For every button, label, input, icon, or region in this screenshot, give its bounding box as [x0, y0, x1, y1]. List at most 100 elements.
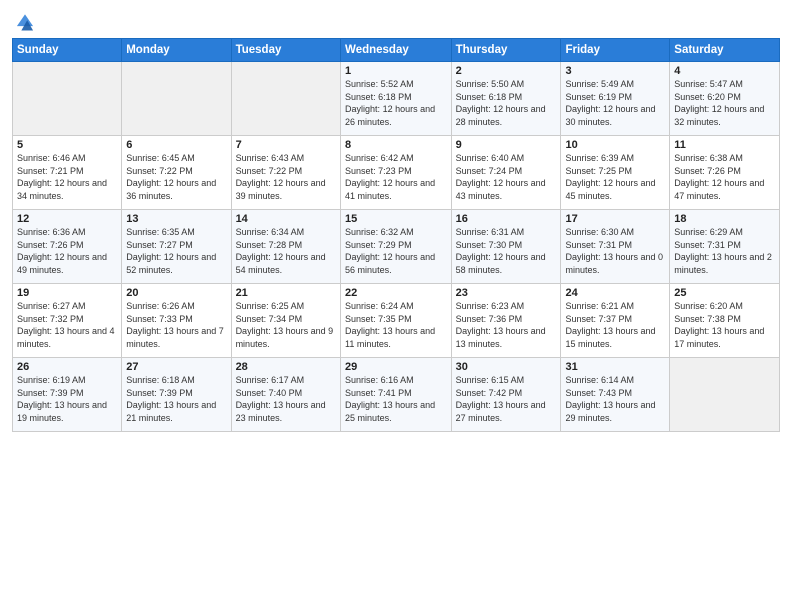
day-info: Sunrise: 6:43 AM Sunset: 7:22 PM Dayligh…	[236, 152, 336, 202]
calendar-cell: 19Sunrise: 6:27 AM Sunset: 7:32 PM Dayli…	[13, 284, 122, 358]
day-info: Sunrise: 5:50 AM Sunset: 6:18 PM Dayligh…	[456, 78, 557, 128]
day-info: Sunrise: 6:32 AM Sunset: 7:29 PM Dayligh…	[345, 226, 447, 276]
calendar-cell: 15Sunrise: 6:32 AM Sunset: 7:29 PM Dayli…	[341, 210, 452, 284]
calendar-cell: 11Sunrise: 6:38 AM Sunset: 7:26 PM Dayli…	[670, 136, 780, 210]
day-number: 12	[17, 213, 117, 225]
calendar-week-3: 19Sunrise: 6:27 AM Sunset: 7:32 PM Dayli…	[13, 284, 780, 358]
calendar-week-0: 1Sunrise: 5:52 AM Sunset: 6:18 PM Daylig…	[13, 62, 780, 136]
day-number: 18	[674, 213, 775, 225]
calendar-cell	[231, 62, 340, 136]
calendar-cell: 21Sunrise: 6:25 AM Sunset: 7:34 PM Dayli…	[231, 284, 340, 358]
calendar-cell: 14Sunrise: 6:34 AM Sunset: 7:28 PM Dayli…	[231, 210, 340, 284]
day-info: Sunrise: 6:17 AM Sunset: 7:40 PM Dayligh…	[236, 374, 336, 424]
day-number: 7	[236, 139, 336, 151]
calendar-cell: 28Sunrise: 6:17 AM Sunset: 7:40 PM Dayli…	[231, 358, 340, 432]
day-info: Sunrise: 6:45 AM Sunset: 7:22 PM Dayligh…	[126, 152, 226, 202]
calendar-header-thursday: Thursday	[451, 39, 561, 62]
day-number: 3	[565, 65, 665, 77]
logo-icon	[14, 10, 36, 32]
calendar-cell	[13, 62, 122, 136]
calendar-cell: 18Sunrise: 6:29 AM Sunset: 7:31 PM Dayli…	[670, 210, 780, 284]
day-info: Sunrise: 6:40 AM Sunset: 7:24 PM Dayligh…	[456, 152, 557, 202]
day-info: Sunrise: 6:27 AM Sunset: 7:32 PM Dayligh…	[17, 300, 117, 350]
calendar-header-tuesday: Tuesday	[231, 39, 340, 62]
day-info: Sunrise: 5:49 AM Sunset: 6:19 PM Dayligh…	[565, 78, 665, 128]
day-number: 11	[674, 139, 775, 151]
day-number: 25	[674, 287, 775, 299]
calendar-header-saturday: Saturday	[670, 39, 780, 62]
calendar-header-friday: Friday	[561, 39, 670, 62]
day-info: Sunrise: 6:36 AM Sunset: 7:26 PM Dayligh…	[17, 226, 117, 276]
calendar-week-1: 5Sunrise: 6:46 AM Sunset: 7:21 PM Daylig…	[13, 136, 780, 210]
day-info: Sunrise: 5:52 AM Sunset: 6:18 PM Dayligh…	[345, 78, 447, 128]
calendar-header-row: SundayMondayTuesdayWednesdayThursdayFrid…	[13, 39, 780, 62]
day-number: 23	[456, 287, 557, 299]
calendar-cell: 1Sunrise: 5:52 AM Sunset: 6:18 PM Daylig…	[341, 62, 452, 136]
day-number: 1	[345, 65, 447, 77]
day-number: 17	[565, 213, 665, 225]
page-header	[12, 10, 780, 32]
day-info: Sunrise: 6:42 AM Sunset: 7:23 PM Dayligh…	[345, 152, 447, 202]
day-number: 16	[456, 213, 557, 225]
logo	[12, 10, 36, 32]
calendar-cell: 17Sunrise: 6:30 AM Sunset: 7:31 PM Dayli…	[561, 210, 670, 284]
calendar-cell	[122, 62, 231, 136]
day-number: 19	[17, 287, 117, 299]
calendar-cell: 5Sunrise: 6:46 AM Sunset: 7:21 PM Daylig…	[13, 136, 122, 210]
calendar-cell: 7Sunrise: 6:43 AM Sunset: 7:22 PM Daylig…	[231, 136, 340, 210]
calendar-cell: 2Sunrise: 5:50 AM Sunset: 6:18 PM Daylig…	[451, 62, 561, 136]
day-info: Sunrise: 6:29 AM Sunset: 7:31 PM Dayligh…	[674, 226, 775, 276]
day-info: Sunrise: 6:20 AM Sunset: 7:38 PM Dayligh…	[674, 300, 775, 350]
calendar-cell: 25Sunrise: 6:20 AM Sunset: 7:38 PM Dayli…	[670, 284, 780, 358]
calendar-cell: 16Sunrise: 6:31 AM Sunset: 7:30 PM Dayli…	[451, 210, 561, 284]
day-number: 31	[565, 361, 665, 373]
day-number: 22	[345, 287, 447, 299]
day-number: 26	[17, 361, 117, 373]
day-info: Sunrise: 6:34 AM Sunset: 7:28 PM Dayligh…	[236, 226, 336, 276]
calendar-header-monday: Monday	[122, 39, 231, 62]
calendar-cell: 20Sunrise: 6:26 AM Sunset: 7:33 PM Dayli…	[122, 284, 231, 358]
day-number: 8	[345, 139, 447, 151]
day-info: Sunrise: 6:19 AM Sunset: 7:39 PM Dayligh…	[17, 374, 117, 424]
calendar-cell: 10Sunrise: 6:39 AM Sunset: 7:25 PM Dayli…	[561, 136, 670, 210]
calendar-cell: 23Sunrise: 6:23 AM Sunset: 7:36 PM Dayli…	[451, 284, 561, 358]
day-number: 24	[565, 287, 665, 299]
day-number: 29	[345, 361, 447, 373]
calendar-header-sunday: Sunday	[13, 39, 122, 62]
calendar-cell: 31Sunrise: 6:14 AM Sunset: 7:43 PM Dayli…	[561, 358, 670, 432]
day-number: 21	[236, 287, 336, 299]
calendar-cell: 12Sunrise: 6:36 AM Sunset: 7:26 PM Dayli…	[13, 210, 122, 284]
calendar-cell: 6Sunrise: 6:45 AM Sunset: 7:22 PM Daylig…	[122, 136, 231, 210]
day-info: Sunrise: 6:18 AM Sunset: 7:39 PM Dayligh…	[126, 374, 226, 424]
calendar-cell: 30Sunrise: 6:15 AM Sunset: 7:42 PM Dayli…	[451, 358, 561, 432]
day-info: Sunrise: 5:47 AM Sunset: 6:20 PM Dayligh…	[674, 78, 775, 128]
day-info: Sunrise: 6:23 AM Sunset: 7:36 PM Dayligh…	[456, 300, 557, 350]
calendar-cell: 8Sunrise: 6:42 AM Sunset: 7:23 PM Daylig…	[341, 136, 452, 210]
day-info: Sunrise: 6:24 AM Sunset: 7:35 PM Dayligh…	[345, 300, 447, 350]
day-number: 10	[565, 139, 665, 151]
day-info: Sunrise: 6:14 AM Sunset: 7:43 PM Dayligh…	[565, 374, 665, 424]
day-info: Sunrise: 6:38 AM Sunset: 7:26 PM Dayligh…	[674, 152, 775, 202]
day-number: 13	[126, 213, 226, 225]
calendar-header-wednesday: Wednesday	[341, 39, 452, 62]
calendar-cell: 27Sunrise: 6:18 AM Sunset: 7:39 PM Dayli…	[122, 358, 231, 432]
day-number: 30	[456, 361, 557, 373]
day-number: 2	[456, 65, 557, 77]
day-number: 9	[456, 139, 557, 151]
day-info: Sunrise: 6:46 AM Sunset: 7:21 PM Dayligh…	[17, 152, 117, 202]
calendar-cell: 4Sunrise: 5:47 AM Sunset: 6:20 PM Daylig…	[670, 62, 780, 136]
day-info: Sunrise: 6:35 AM Sunset: 7:27 PM Dayligh…	[126, 226, 226, 276]
day-info: Sunrise: 6:25 AM Sunset: 7:34 PM Dayligh…	[236, 300, 336, 350]
calendar-week-2: 12Sunrise: 6:36 AM Sunset: 7:26 PM Dayli…	[13, 210, 780, 284]
day-number: 6	[126, 139, 226, 151]
day-number: 28	[236, 361, 336, 373]
day-info: Sunrise: 6:21 AM Sunset: 7:37 PM Dayligh…	[565, 300, 665, 350]
calendar-week-4: 26Sunrise: 6:19 AM Sunset: 7:39 PM Dayli…	[13, 358, 780, 432]
calendar-table: SundayMondayTuesdayWednesdayThursdayFrid…	[12, 38, 780, 432]
day-info: Sunrise: 6:39 AM Sunset: 7:25 PM Dayligh…	[565, 152, 665, 202]
calendar-cell: 22Sunrise: 6:24 AM Sunset: 7:35 PM Dayli…	[341, 284, 452, 358]
day-info: Sunrise: 6:15 AM Sunset: 7:42 PM Dayligh…	[456, 374, 557, 424]
day-number: 15	[345, 213, 447, 225]
calendar-cell: 3Sunrise: 5:49 AM Sunset: 6:19 PM Daylig…	[561, 62, 670, 136]
day-info: Sunrise: 6:26 AM Sunset: 7:33 PM Dayligh…	[126, 300, 226, 350]
